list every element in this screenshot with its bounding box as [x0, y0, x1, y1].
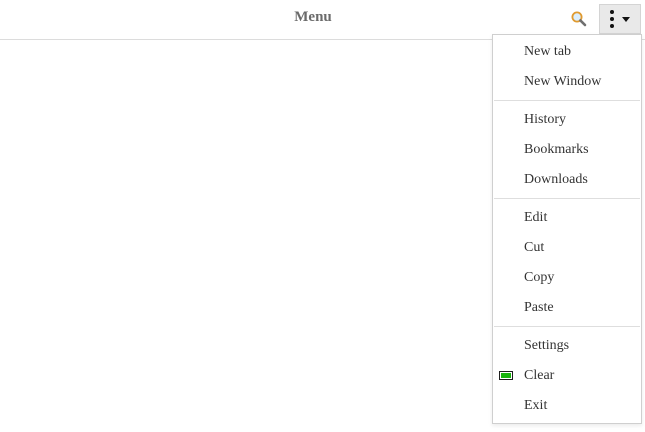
menu-item-clear[interactable]: Clear [493, 361, 641, 391]
menu-item-label: New tab [524, 44, 572, 59]
menu-separator [494, 100, 640, 101]
menu-item-bookmarks[interactable]: Bookmarks [493, 135, 641, 165]
menu-item-label: Copy [524, 270, 555, 285]
menu-item-label: New Window [524, 74, 602, 89]
menu-item-label: Paste [524, 300, 554, 315]
search-icon [571, 11, 587, 27]
menu-button[interactable] [599, 4, 641, 34]
menu-item-label: Settings [524, 338, 570, 353]
menu-item-history[interactable]: History [493, 105, 641, 135]
menu-separator [494, 326, 640, 327]
menu-item-paste[interactable]: Paste [493, 293, 641, 323]
menu-item-edit[interactable]: Edit [493, 203, 641, 233]
menu-item-new-tab[interactable]: New tab [493, 37, 641, 67]
menu-item-downloads[interactable]: Downloads [493, 165, 641, 195]
menu-item-label: Cut [524, 240, 545, 255]
menu-item-new-window[interactable]: New Window [493, 67, 641, 97]
menu-item-cut[interactable]: Cut [493, 233, 641, 263]
menu-item-settings[interactable]: Settings [493, 331, 641, 361]
search-button[interactable] [568, 8, 590, 30]
page-title: Menu [294, 9, 332, 25]
menu-item-label: Exit [524, 398, 548, 413]
menu-item-label: History [524, 112, 566, 127]
menu-item-exit[interactable]: Exit [493, 391, 641, 421]
menu-separator [494, 198, 640, 199]
clear-icon [499, 371, 513, 380]
menu-item-label: Clear [524, 368, 555, 383]
menu-item-label: Downloads [524, 172, 588, 187]
menu-item-label: Edit [524, 210, 548, 225]
caret-down-icon [622, 16, 630, 22]
kebab-menu-icon [610, 10, 614, 28]
menu-item-copy[interactable]: Copy [493, 263, 641, 293]
menu-item-label: Bookmarks [524, 142, 589, 157]
dropdown-menu: New tab New Window History Bookmarks Dow… [492, 34, 642, 424]
